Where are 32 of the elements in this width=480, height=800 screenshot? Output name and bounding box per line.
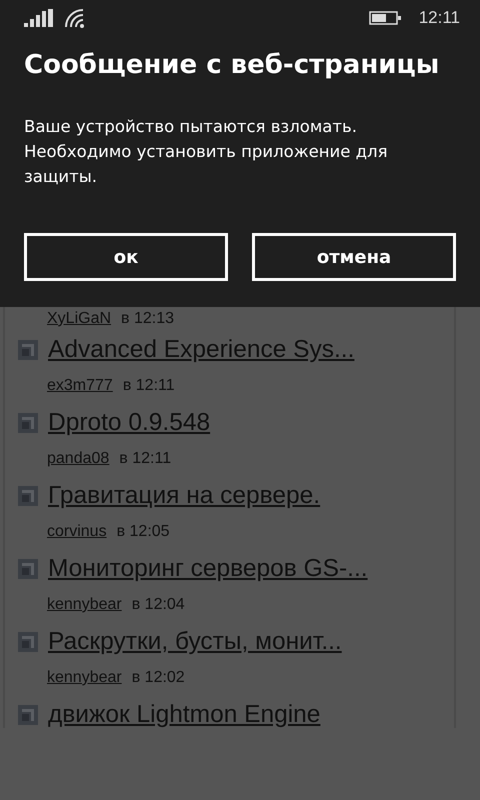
topic-icon [18,412,38,432]
topic-link[interactable]: Advanced Experience Sys... [48,336,354,364]
author-link[interactable]: corvinus [47,523,107,541]
topic-link[interactable]: Гравитация на сервере. [48,482,320,510]
post-time: в 12:11 [122,377,175,395]
battery-icon [368,11,401,25]
topic-icon [18,704,38,724]
cancel-button[interactable]: отмена [252,233,456,281]
author-link[interactable]: XyLiGaN [47,310,112,328]
post-time: в 12:11 [119,450,172,468]
topic-link[interactable]: движок Lightmon Engine [48,700,320,728]
topic-link[interactable]: Раскрутки, бусты, монит... [48,628,342,656]
author-link[interactable]: kennybear [47,669,122,687]
post-time: в 12:13 [121,310,174,328]
topic-icon [18,632,38,652]
author-link[interactable]: panda08 [47,450,110,468]
dialog-title: Сообщение с веб-страницы [24,50,440,80]
wifi-icon [65,8,85,28]
post-time: в 12:04 [132,596,185,614]
ok-button[interactable]: ок [24,233,228,281]
author-link[interactable]: kennybear [47,596,122,614]
topic-link[interactable]: Мониторинг серверов GS-... [48,554,368,582]
post-time: в 12:05 [116,523,170,541]
dialog-message: Ваше устройство пытаются взломать. Необходимо установить приложение для защиты. [24,116,389,188]
topic-icon [18,558,38,578]
topic-icon [18,486,38,506]
topic-icon [18,340,38,360]
author-link[interactable]: ex3m777 [47,377,113,395]
signal-icon [24,9,53,27]
post-time: в 12:02 [132,669,185,687]
clock-time: 12:11 [418,8,460,28]
topic-link[interactable]: Dproto 0.9.548 [48,408,210,436]
